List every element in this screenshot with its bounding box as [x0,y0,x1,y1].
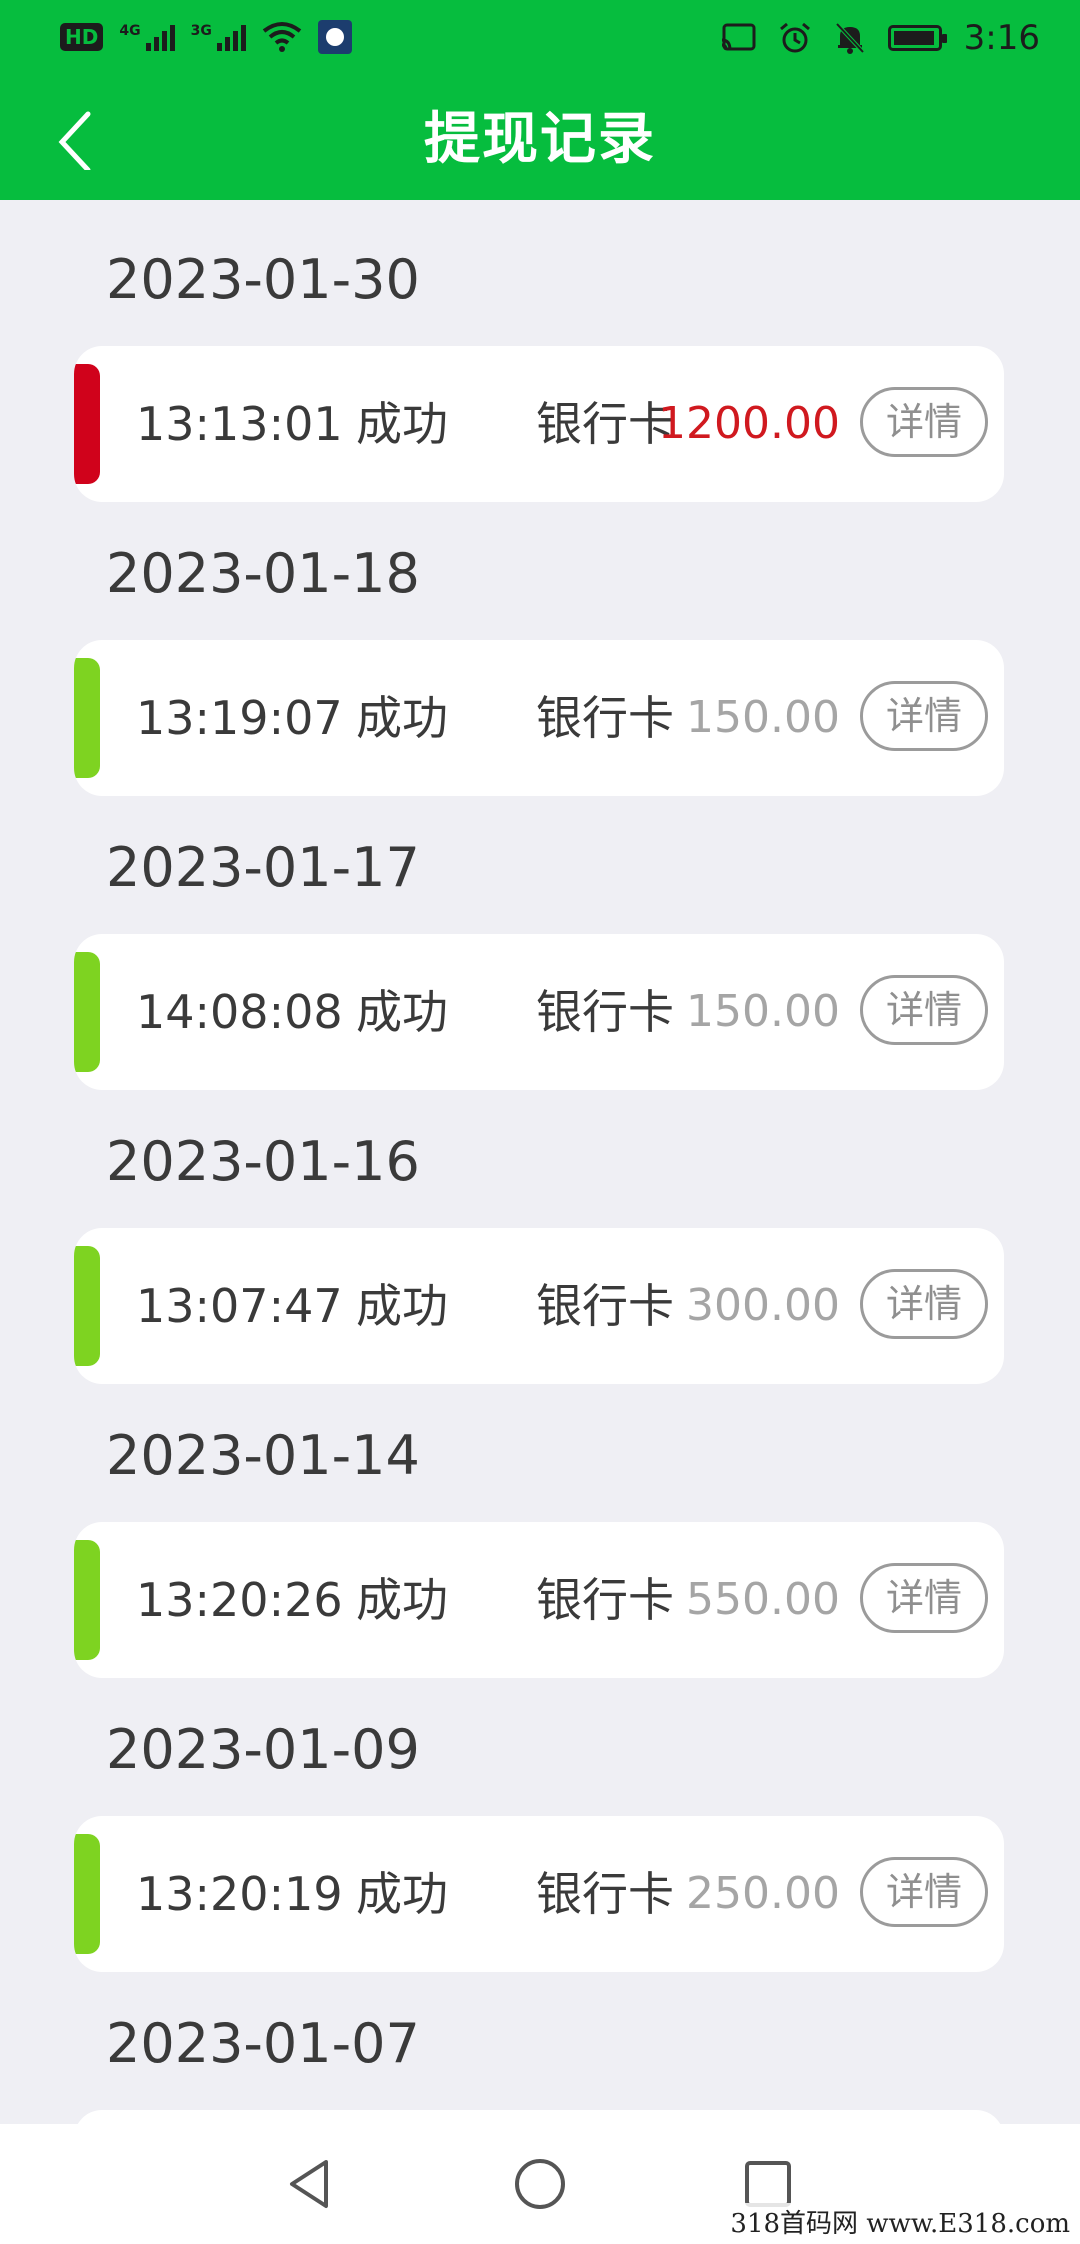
header-bar: 提现记录 [0,80,1080,200]
record-status: 成功 [356,985,448,1039]
record-date: 2023-01-07 [106,2012,420,2075]
detail-button[interactable]: 详情 [860,681,988,751]
mute-icon [835,22,865,54]
record-status: 成功 [356,691,448,745]
record-status: 成功 [356,1573,448,1627]
status-marker [74,1246,100,1366]
record-card[interactable]: 13:20:19 成功 银行卡 250.00 详情 [74,1816,1004,1972]
detail-button[interactable]: 详情 [860,1857,988,1927]
record-card[interactable]: 13:07:47 成功 银行卡 300.00 详情 [74,1228,1004,1384]
page-title: 提现记录 [424,107,656,172]
record-date: 2023-01-14 [106,1424,420,1487]
status-left-icons: HD 4G 3G [60,20,352,54]
record-card[interactable]: 13:19:07 成功 银行卡 150.00 详情 [74,640,1004,796]
nav-home-button[interactable] [510,2154,570,2214]
record-time: 13:19:07 [136,691,343,745]
nav-back-button[interactable] [280,2154,340,2214]
detail-button[interactable]: 详情 [860,1563,988,1633]
record-method: 银行卡 [536,691,674,745]
back-triangle-icon [290,2160,328,2208]
record-date: 2023-01-17 [106,836,420,899]
clock-time: 3:16 [963,18,1040,58]
app-notification-icon [317,20,352,54]
alarm-icon [779,22,810,53]
detail-button[interactable]: 详情 [860,387,988,457]
record-method: 银行卡 [536,1573,674,1627]
record-method: 银行卡 [536,397,674,451]
signal-3g-label: 3G [190,23,212,39]
record-amount: 1200.00 [658,398,840,449]
record-amount: 550.00 [686,1574,840,1625]
record-method: 银行卡 [536,1867,674,1921]
record-amount: 250.00 [686,1868,840,1919]
record-date: 2023-01-18 [106,542,420,605]
record-date: 2023-01-16 [106,1130,420,1193]
record-amount: 150.00 [686,986,840,1037]
withdrawal-record-list[interactable]: 2023-01-30 13:13:01 成功 银行卡 1200.00 详情 20… [0,200,1080,2124]
record-time: 13:20:26 [136,1573,343,1627]
record-time: 14:08:08 [136,985,343,1039]
record-card[interactable]: 13:20:26 成功 银行卡 550.00 详情 [74,1522,1004,1678]
record-card[interactable]: 13:13:01 成功 银行卡 1200.00 详情 [74,346,1004,502]
record-time: 13:13:01 [136,397,343,451]
record-status: 成功 [356,397,448,451]
signal-3g-icon: 3G [191,23,246,51]
status-marker [74,952,100,1072]
status-bar: HD 4G 3G 3:16 [0,0,1080,80]
record-card[interactable] [74,2110,1004,2124]
record-status: 成功 [356,1867,448,1921]
signal-4g-icon: 4G [119,23,175,51]
record-card[interactable]: 14:08:08 成功 银行卡 150.00 详情 [74,934,1004,1090]
record-date: 2023-01-30 [106,248,420,311]
record-time: 13:20:19 [136,1867,343,1921]
record-amount: 150.00 [686,692,840,743]
status-right-icons: 3:16 [720,18,1040,58]
signal-4g-label: 4G [119,23,141,39]
record-method: 银行卡 [536,985,674,1039]
detail-button[interactable]: 详情 [860,1269,988,1339]
home-circle-icon [515,2159,565,2209]
battery-icon [887,25,947,51]
hd-icon: HD [60,23,104,51]
status-marker [74,364,100,484]
watermark: 318首码网 www.E318.com [726,2203,1074,2240]
record-date: 2023-01-09 [106,1718,420,1781]
status-marker [74,1834,100,1954]
status-marker [74,1540,100,1660]
record-status: 成功 [356,1279,448,1333]
wifi-icon [262,22,302,52]
record-amount: 300.00 [686,1280,840,1331]
record-time: 13:07:47 [136,1279,343,1333]
record-method: 银行卡 [536,1279,674,1333]
cast-icon [721,23,756,51]
detail-button[interactable]: 详情 [860,975,988,1045]
status-marker [74,658,100,778]
